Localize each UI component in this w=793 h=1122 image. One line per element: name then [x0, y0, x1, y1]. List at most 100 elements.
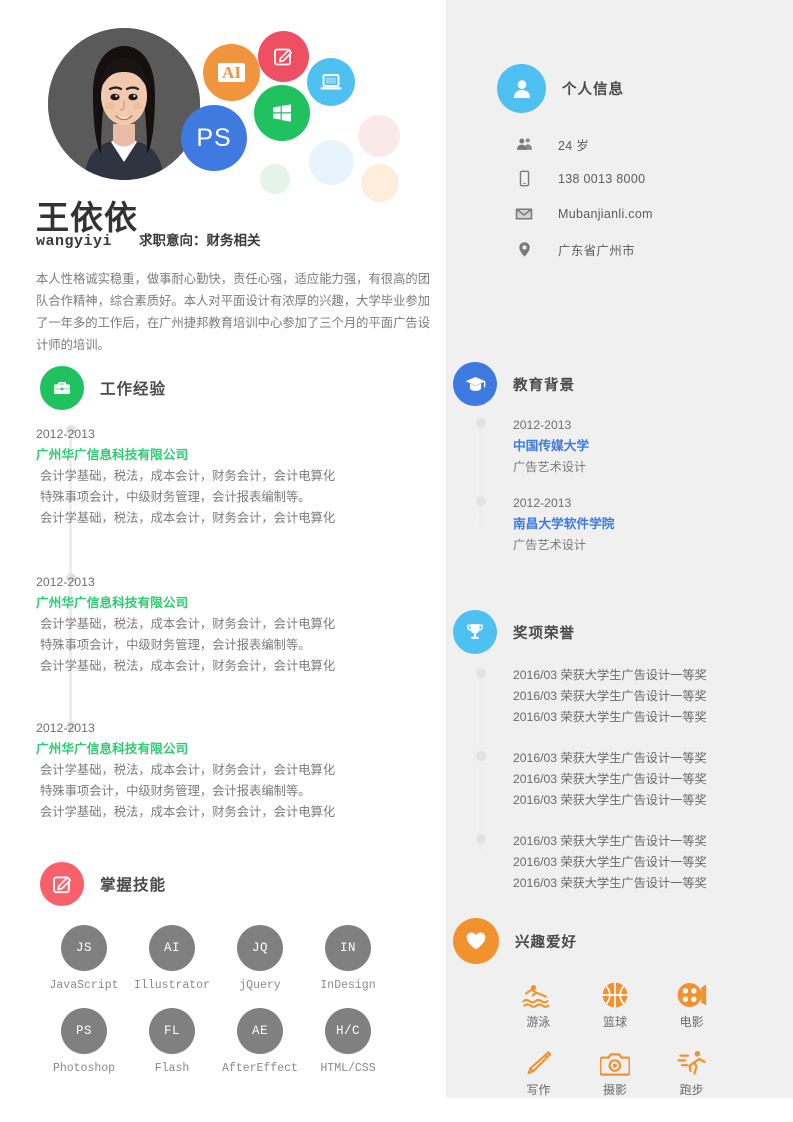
hobby-label: 写作 — [526, 1083, 551, 1097]
skill-abbr-badge: JS — [61, 925, 107, 971]
location-pin-icon — [514, 241, 534, 258]
phone-icon — [514, 170, 534, 187]
hobby-item: 游泳 — [500, 975, 577, 1031]
trophy-icon — [453, 610, 497, 654]
education-school: 南昌大学软件学院 — [513, 517, 615, 531]
camera-icon — [600, 1043, 630, 1077]
skill-abbr-badge: H/C — [325, 1008, 371, 1054]
film-reel-icon — [677, 975, 707, 1009]
section-title-work: 工作经验 — [100, 381, 167, 398]
skill-item: AI Illustrator — [128, 925, 216, 994]
work-entry: 2012-2013 广州华广信息科技有限公司 会计学基础，税法，成本会计，财务会… — [36, 572, 386, 677]
work-desc-line: 会计学基础，税法，成本会计，财务会计，会计电算化 — [40, 511, 336, 525]
resume-page: AI PS 王依依 wangyiyi 求职意向：财务相关 本人性格诚实稳重，做事… — [0, 0, 793, 1122]
work-entry: 2012-2013 广州华广信息科技有限公司 会计学基础，税法，成本会计，财务会… — [36, 718, 386, 823]
skill-item: PS Photoshop — [40, 1008, 128, 1077]
work-date: 2012-2013 — [36, 721, 95, 735]
hobby-label: 电影 — [679, 1015, 704, 1029]
info-value-age: 24 岁 — [558, 139, 590, 153]
skill-label: jQuery — [239, 979, 281, 992]
name-pinyin: wangyiyi — [36, 233, 113, 250]
award-group: 2016/03 荣获大学生广告设计一等奖 2016/03 荣获大学生广告设计一等… — [513, 748, 768, 811]
hobby-item: 摄影 — [577, 1043, 654, 1099]
hobbies-grid: 游泳 篮球 电影 写作 摄影 跑步 — [500, 975, 730, 1099]
work-desc-line: 特殊事项会计，中级财务管理，会计报表编制等。 — [40, 784, 311, 798]
hobby-item: 跑步 — [653, 1043, 730, 1099]
illustrator-badge-label: AI — [218, 62, 245, 83]
award-item: 2016/03 荣获大学生广告设计一等奖 — [513, 855, 707, 869]
windows-icon — [273, 104, 291, 122]
work-company: 广州华广信息科技有限公司 — [36, 448, 189, 462]
work-date: 2012-2013 — [36, 427, 95, 441]
hobby-label: 跑步 — [679, 1083, 704, 1097]
hobbies-row: 写作 摄影 跑步 — [500, 1043, 730, 1099]
laptop-icon — [320, 74, 342, 90]
section-title-skills: 掌握技能 — [100, 877, 167, 894]
skills-grid: JS JavaScript AI Illustrator JQ jQuery I… — [40, 925, 430, 1077]
skill-abbr-badge: AI — [149, 925, 195, 971]
skill-item: AE AfterEffect — [216, 1008, 304, 1077]
skill-item: FL Flash — [128, 1008, 216, 1077]
basketball-icon — [601, 975, 629, 1009]
education-school: 中国传媒大学 — [513, 439, 590, 453]
hobby-item: 篮球 — [577, 975, 654, 1031]
award-item: 2016/03 荣获大学生广告设计一等奖 — [513, 710, 707, 724]
section-title-education: 教育背景 — [513, 377, 575, 394]
hobbies-row: 游泳 篮球 电影 — [500, 975, 730, 1031]
illustrator-badge: AI — [203, 44, 260, 101]
work-date: 2012-2013 — [36, 575, 95, 589]
skill-label: InDesign — [320, 979, 376, 992]
education-date: 2012-2013 — [513, 418, 572, 432]
award-group: 2016/03 荣获大学生广告设计一等奖 2016/03 荣获大学生广告设计一等… — [513, 831, 768, 894]
heart-icon — [453, 918, 499, 964]
skill-item: JS JavaScript — [40, 925, 128, 994]
section-header-hobbies: 兴趣爱好 — [453, 918, 577, 964]
work-desc-line: 特殊事项会计，中级财务管理，会计报表编制等。 — [40, 490, 311, 504]
section-title-personal: 个人信息 — [562, 82, 624, 98]
pencil-square-icon — [40, 862, 84, 906]
work-desc-line: 会计学基础，税法，成本会计，财务会计，会计电算化 — [40, 617, 336, 631]
decor-dot-green — [260, 164, 290, 194]
profile-summary: 本人性格诚实稳重，做事耐心勤快，责任心强，适应能力强，有很高的团队合作精神，综合… — [36, 272, 430, 352]
running-icon — [676, 1043, 707, 1077]
skill-abbr-badge: AE — [237, 1008, 283, 1054]
skills-row: JS JavaScript AI Illustrator JQ jQuery I… — [40, 925, 430, 994]
work-company: 广州华广信息科技有限公司 — [36, 596, 189, 610]
hobby-item: 电影 — [653, 975, 730, 1031]
work-desc-line: 特殊事项会计，中级财务管理，会计报表编制等。 — [40, 638, 311, 652]
info-row-email: Mubanjianli.com — [514, 205, 653, 223]
skill-label: Illustrator — [134, 979, 210, 992]
skill-item: JQ jQuery — [216, 925, 304, 994]
work-desc-line: 会计学基础，税法，成本会计，财务会计，会计电算化 — [40, 805, 336, 819]
skill-label: Photoshop — [52, 1062, 116, 1075]
work-desc-line: 会计学基础，税法，成本会计，财务会计，会计电算化 — [40, 763, 336, 777]
photoshop-badge: PS — [181, 105, 247, 171]
info-row-location: 广东省广州市 — [514, 240, 635, 259]
hobby-label: 摄影 — [603, 1083, 628, 1097]
section-header-awards: 奖项荣誉 — [453, 610, 575, 654]
section-title-awards: 奖项荣誉 — [513, 625, 575, 642]
section-header-work: 工作经验 — [40, 366, 166, 410]
education-entry: 2012-2013 中国传媒大学 广告艺术设计 — [513, 415, 763, 477]
skill-label: AfterEffect — [222, 1062, 298, 1075]
award-item: 2016/03 荣获大学生广告设计一等奖 — [513, 834, 707, 848]
photoshop-badge-label: PS — [196, 123, 232, 152]
hobby-label: 游泳 — [526, 1015, 551, 1029]
info-value-email: Mubanjianli.com — [558, 207, 653, 221]
pen-badge — [258, 31, 309, 82]
skill-abbr-badge: JQ — [237, 925, 283, 971]
skill-abbr-badge: FL — [149, 1008, 195, 1054]
education-entry: 2012-2013 南昌大学软件学院 广告艺术设计 — [513, 493, 763, 555]
decor-dot-blue — [309, 140, 354, 185]
swimming-icon — [522, 975, 554, 1009]
work-entry: 2012-2013 广州华广信息科技有限公司 会计学基础，税法，成本会计，财务会… — [36, 424, 386, 529]
skill-item: IN InDesign — [304, 925, 392, 994]
work-desc-line: 会计学基础，税法，成本会计，财务会计，会计电算化 — [40, 659, 336, 673]
graduation-cap-icon — [453, 362, 497, 406]
decor-dot-orange — [361, 164, 399, 202]
skill-label: HTML/CSS — [320, 1062, 376, 1075]
award-item: 2016/03 荣获大学生广告设计一等奖 — [513, 772, 707, 786]
info-value-phone: 138 0013 8000 — [558, 171, 646, 186]
work-desc-line: 会计学基础，税法，成本会计，财务会计，会计电算化 — [40, 469, 336, 483]
mail-icon — [514, 205, 534, 223]
